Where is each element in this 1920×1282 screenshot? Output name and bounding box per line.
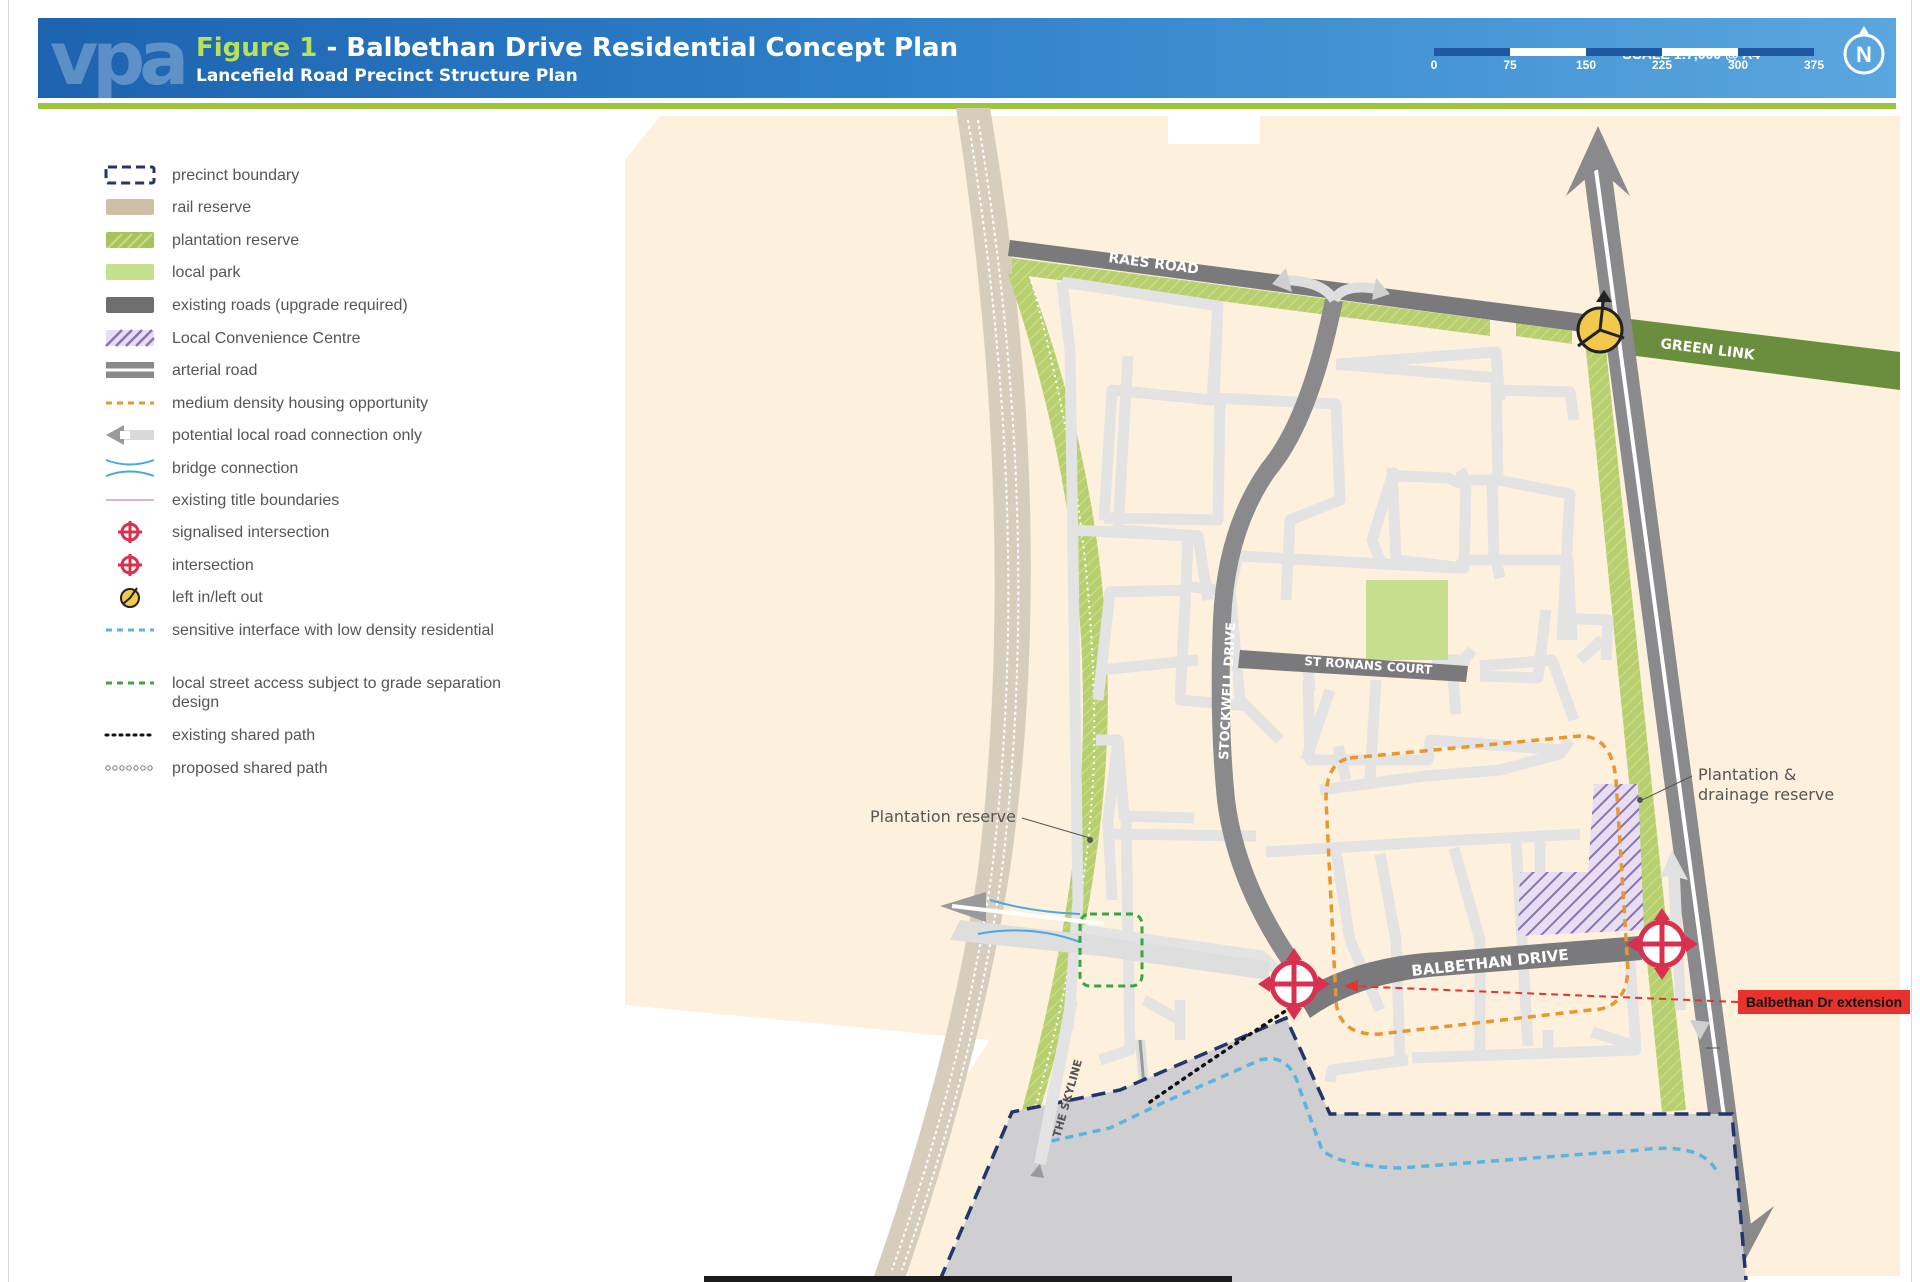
concept-plan-map[interactable]: GREEN LINK RAES ROAD ST RONANS COURT STO… — [0, 0, 1920, 1282]
leader-dot — [1087, 837, 1093, 843]
bottom-scrollbar[interactable] — [704, 1276, 1232, 1282]
balbethan-extension-callout: Balbethan Dr extension — [1738, 990, 1910, 1014]
plantation-drainage-label-line1: Plantation & — [1698, 765, 1796, 784]
white-gap — [1168, 116, 1260, 144]
local-park[interactable] — [1366, 580, 1448, 660]
plantation-reserve-label: Plantation reserve — [870, 807, 1016, 826]
leader-dot — [1637, 797, 1643, 803]
plantation-drainage-label-line2: drainage reserve — [1698, 785, 1834, 804]
